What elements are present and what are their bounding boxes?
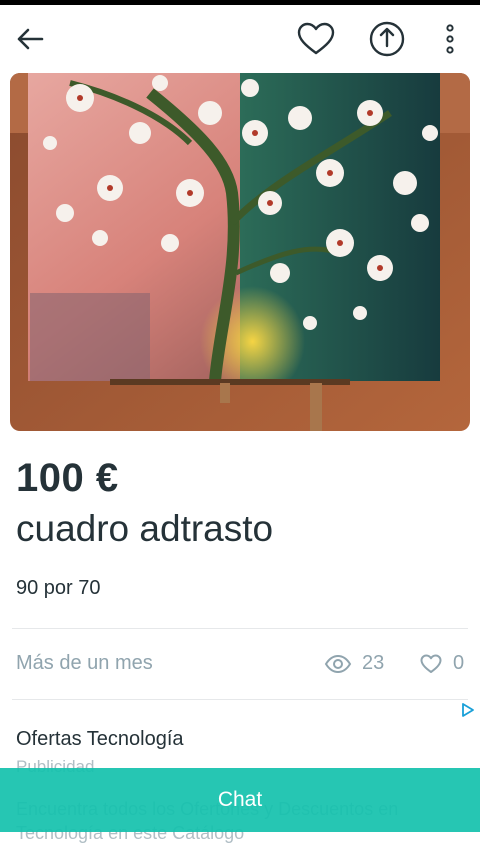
divider: [12, 699, 468, 700]
more-vertical-icon: [446, 24, 454, 54]
arrow-left-icon: [17, 28, 44, 50]
heart-outline-icon: [420, 654, 442, 673]
top-app-bar: [0, 5, 480, 71]
product-price: 100 €: [16, 456, 119, 500]
divider: [12, 628, 468, 629]
ad-title[interactable]: Ofertas Tecnología: [16, 728, 184, 751]
product-image[interactable]: [10, 73, 470, 431]
eye-icon: [324, 654, 352, 673]
more-options-button[interactable]: [430, 19, 470, 59]
views-value: 23: [362, 652, 385, 674]
heart-icon: [297, 22, 335, 55]
product-description: 90 por 70: [16, 577, 101, 599]
share-icon: [369, 21, 405, 57]
painting-image: [10, 73, 470, 431]
views-count: 23: [324, 652, 384, 675]
chat-button[interactable]: Chat: [0, 768, 480, 832]
likes-value: 0: [453, 652, 465, 674]
posted-date: Más de un mes: [16, 652, 153, 674]
back-button[interactable]: [10, 19, 50, 59]
product-title: cuadro adtrasto: [16, 508, 274, 549]
share-button[interactable]: [367, 19, 407, 59]
likes-count: 0: [420, 652, 464, 675]
adchoices-icon[interactable]: [460, 702, 476, 718]
favorite-button[interactable]: [296, 19, 336, 59]
chat-button-label: Chat: [217, 788, 263, 811]
